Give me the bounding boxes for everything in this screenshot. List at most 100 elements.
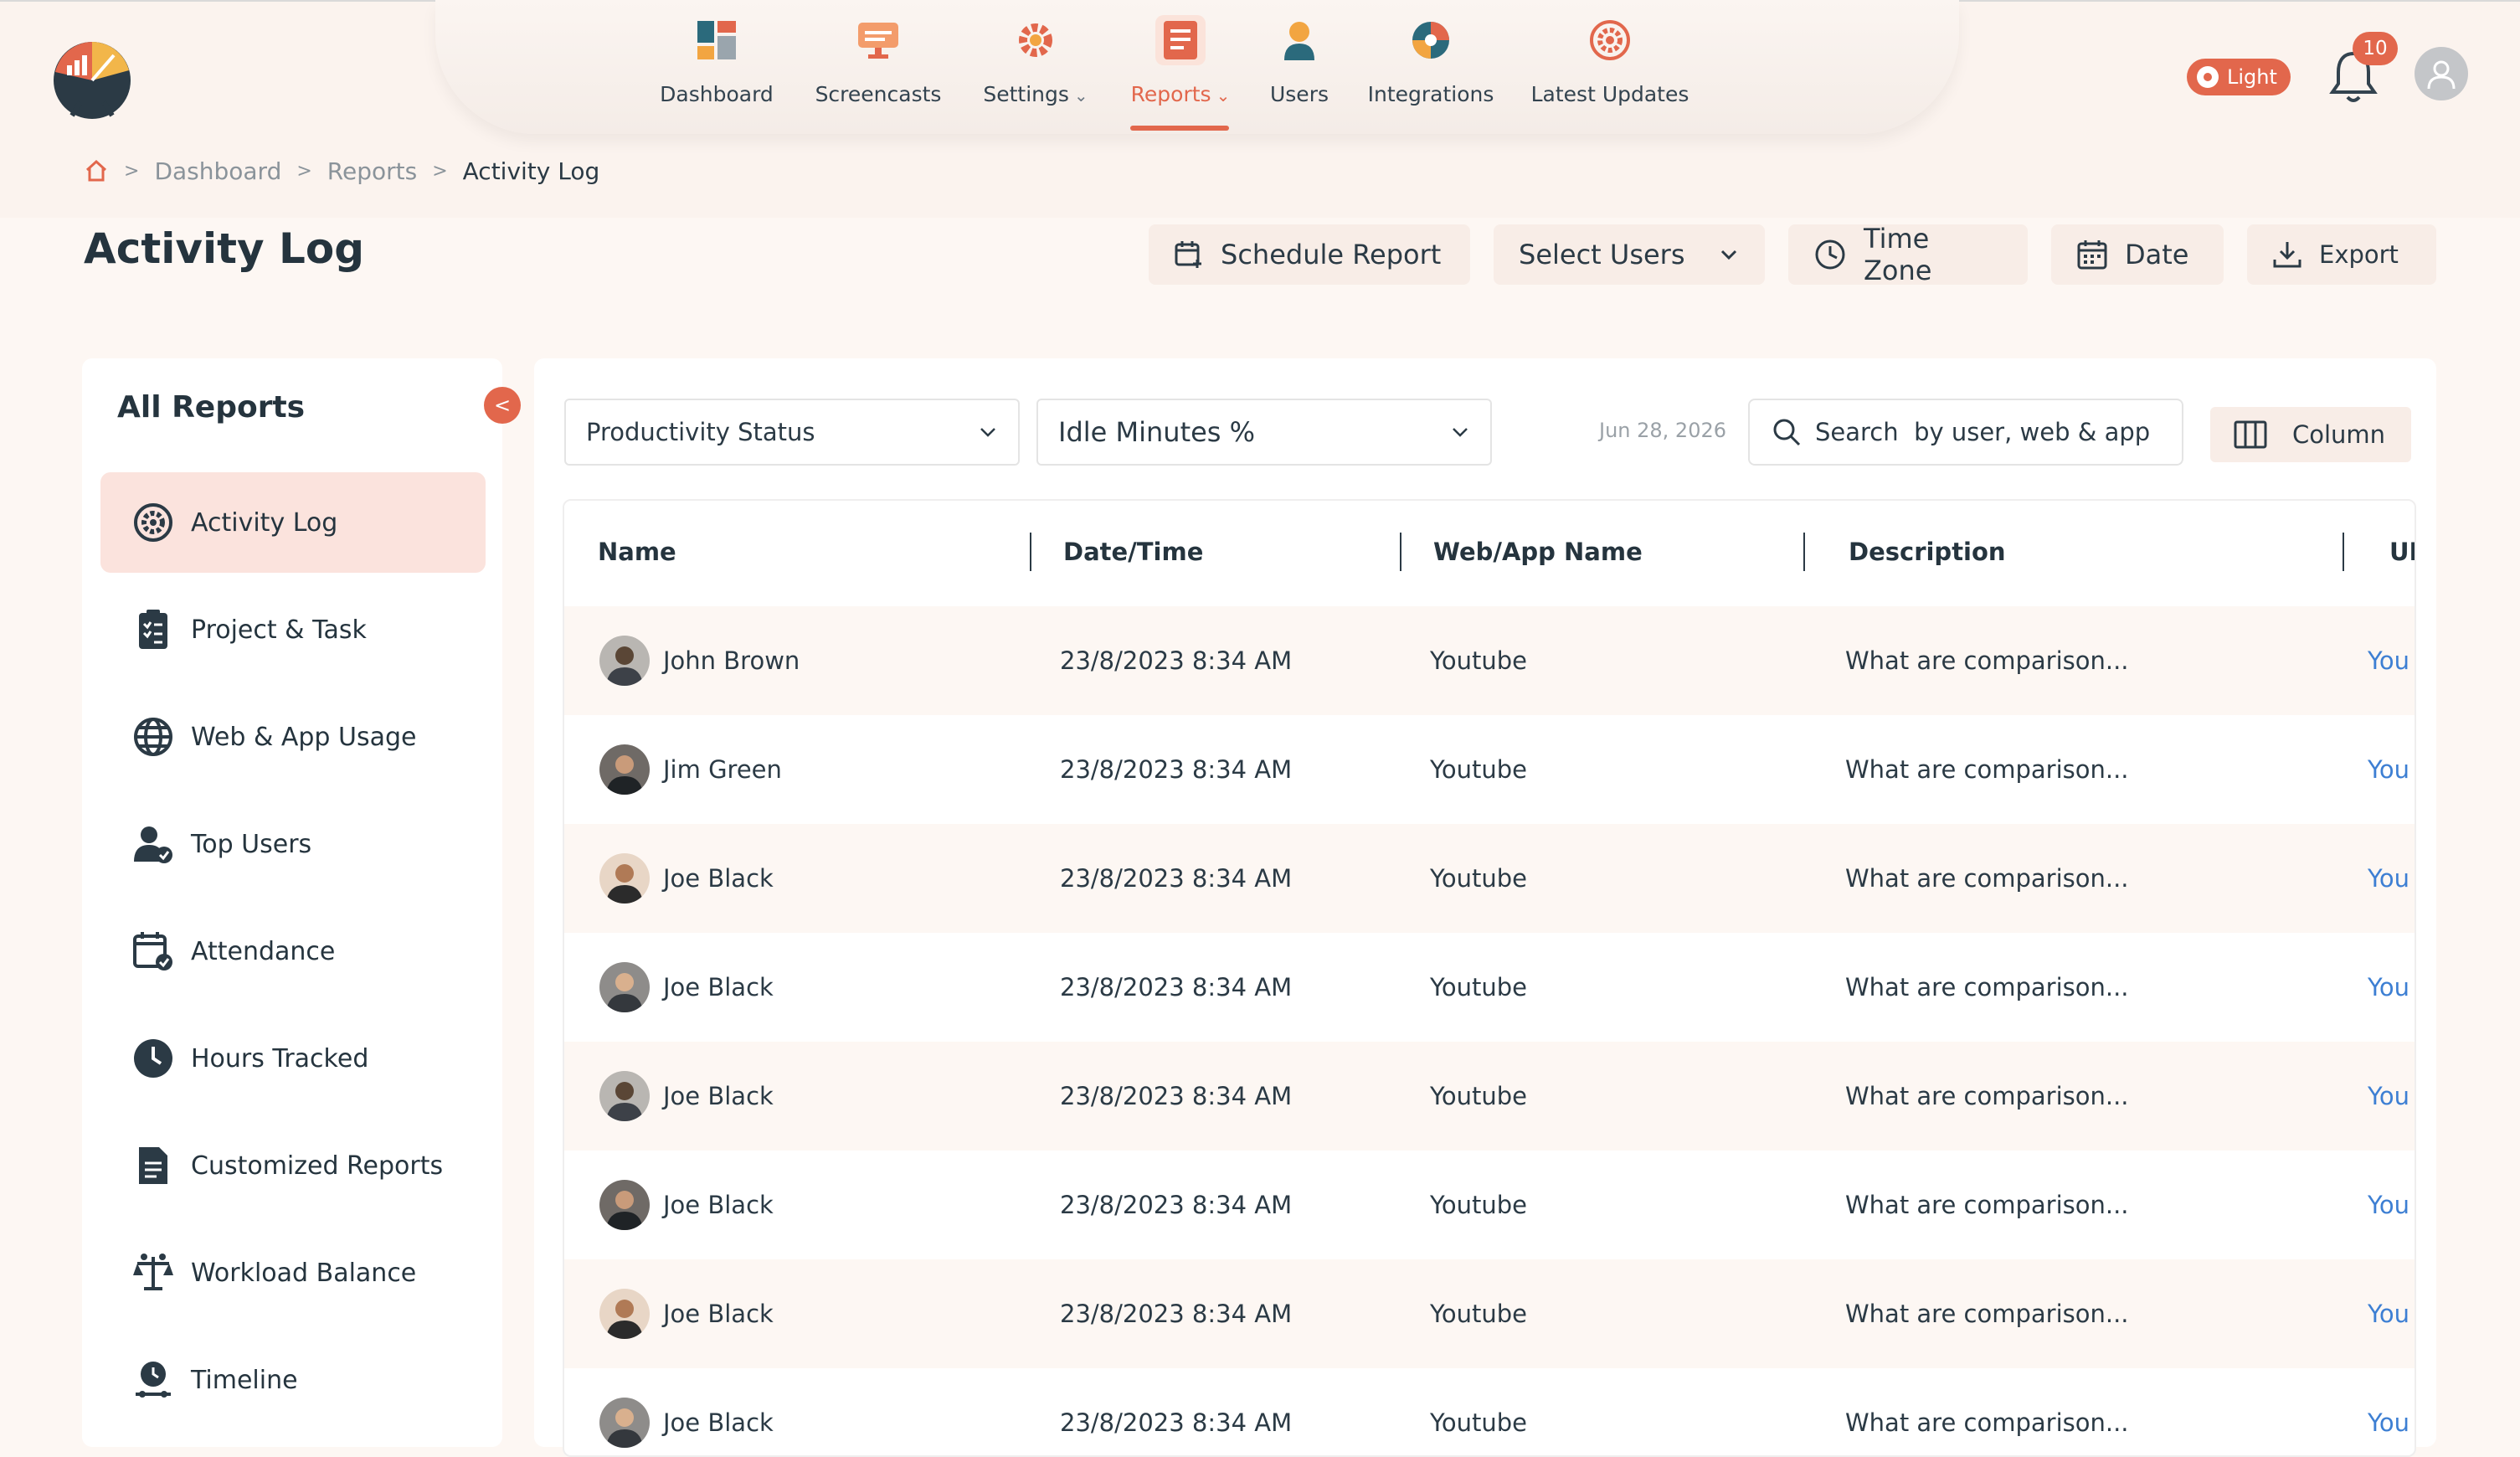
cell-name: Joe Black (663, 1300, 774, 1328)
sidebar-item-label: Web & App Usage (191, 722, 417, 752)
nav-label: Dashboard (660, 82, 774, 106)
table-row[interactable]: Joe Black 23/8/2023 8:34 AM Youtube What… (564, 1368, 2415, 1455)
activity-log-icon (131, 500, 176, 545)
cell-url-link[interactable]: You (2368, 646, 2409, 675)
chevron-down-icon (1718, 244, 1740, 265)
cell-url-link[interactable]: You (2368, 1082, 2409, 1110)
nav-integrations[interactable]: Integrations (1361, 15, 1500, 132)
productivity-status-select[interactable]: Productivity Status (564, 399, 1020, 466)
search-input[interactable]: Search by user, web & app (1748, 399, 2183, 466)
column-divider[interactable] (1400, 533, 1401, 571)
column-header-url[interactable]: URL (2389, 538, 2415, 566)
table-row[interactable]: Joe Black 23/8/2023 8:34 AM Youtube What… (564, 933, 2415, 1042)
cell-app: Youtube (1430, 1408, 1527, 1437)
user-avatar (599, 853, 650, 904)
cell-description: What are comparison... (1845, 1191, 2129, 1219)
export-button[interactable]: Export (2247, 224, 2436, 285)
cell-name: Joe Black (663, 973, 774, 1001)
sidebar-item-customized-reports[interactable]: Customized Reports (100, 1115, 486, 1216)
active-tab-indicator (1130, 126, 1229, 131)
cell-description: What are comparison... (1845, 755, 2129, 784)
sidebar-item-project-task[interactable]: Project & Task (100, 579, 486, 680)
cell-datetime: 23/8/2023 8:34 AM (1060, 1300, 1293, 1328)
sidebar-item-activity-log[interactable]: Activity Log (100, 472, 486, 573)
chevron-down-icon: ⌄ (1216, 85, 1231, 106)
sidebar-item-web-app-usage[interactable]: Web & App Usage (100, 687, 486, 787)
breadcrumb-current: Activity Log (462, 157, 600, 185)
column-header-app[interactable]: Web/App Name (1433, 538, 1643, 566)
collapse-sidebar-button[interactable]: < (484, 387, 521, 424)
date-button[interactable]: Date (2051, 224, 2224, 285)
theme-toggle[interactable]: Light (2187, 59, 2291, 95)
breadcrumb-separator: > (124, 160, 140, 182)
user-avatar[interactable] (2415, 47, 2468, 100)
column-header-description[interactable]: Description (1849, 538, 2006, 566)
chevron-left-icon: < (493, 394, 512, 417)
sidebar-item-top-users[interactable]: Top Users (100, 794, 486, 894)
idle-minutes-select[interactable]: Idle Minutes % (1036, 399, 1492, 466)
user-avatar (599, 636, 650, 686)
top-users-icon (131, 821, 176, 867)
cell-datetime: 23/8/2023 8:34 AM (1060, 646, 1293, 675)
column-divider[interactable] (2343, 533, 2344, 571)
cell-url-link[interactable]: You (2368, 1191, 2409, 1219)
column-divider[interactable] (1030, 533, 1031, 571)
user-avatar (599, 1289, 650, 1339)
breadcrumb-reports[interactable]: Reports (327, 157, 417, 185)
table-row[interactable]: Joe Black 23/8/2023 8:34 AM Youtube What… (564, 1259, 2415, 1368)
table-row[interactable]: Jim Green 23/8/2023 8:34 AM Youtube What… (564, 715, 2415, 824)
sidebar-item-workload-balance[interactable]: Workload Balance (100, 1223, 486, 1323)
sidebar-item-label: Customized Reports (191, 1151, 444, 1181)
nav-latest-updates[interactable]: Latest Updates (1529, 15, 1691, 132)
home-icon[interactable] (84, 158, 109, 183)
cell-datetime: 23/8/2023 8:34 AM (1060, 755, 1293, 784)
breadcrumb: > Dashboard > Reports > Activity Log (84, 154, 599, 188)
select-users-dropdown[interactable]: Select Users (1494, 224, 1765, 285)
productivity-status-label: Productivity Status (586, 418, 815, 446)
cell-app: Youtube (1430, 1082, 1527, 1110)
time-zone-button[interactable]: Time Zone (1788, 223, 2028, 286)
schedule-report-button[interactable]: Schedule Report (1149, 224, 1470, 285)
cell-name: Joe Black (663, 1408, 774, 1437)
clipboard-icon (131, 607, 176, 652)
column-header-name[interactable]: Name (598, 538, 676, 566)
nav-settings[interactable]: Settings ⌄ (978, 15, 1093, 132)
cell-name: Joe Black (663, 1082, 774, 1110)
sidebar-title: All Reports (117, 390, 306, 425)
sidebar-item-label: Attendance (191, 936, 336, 966)
cell-url-link[interactable]: You (2368, 755, 2409, 784)
cell-url-link[interactable]: You (2368, 864, 2409, 893)
column-header-datetime[interactable]: Date/Time (1063, 538, 1203, 566)
sun-icon (2197, 66, 2219, 88)
column-divider[interactable] (1803, 533, 1805, 571)
cell-url-link[interactable]: You (2368, 1408, 2409, 1437)
table-row[interactable]: Joe Black 23/8/2023 8:34 AM Youtube What… (564, 1151, 2415, 1259)
cell-url-link[interactable]: You (2368, 1300, 2409, 1328)
nav-label: Reports ⌄ (1130, 82, 1231, 106)
app-logo[interactable] (47, 22, 146, 126)
timeline-icon (131, 1357, 176, 1403)
user-avatar (599, 744, 650, 795)
sidebar-item-hours-tracked[interactable]: Hours Tracked (100, 1008, 486, 1109)
sidebar-item-label: Project & Task (191, 615, 367, 645)
table-row[interactable]: Joe Black 23/8/2023 8:34 AM Youtube What… (564, 1042, 2415, 1151)
globe-icon (131, 714, 176, 759)
table-row[interactable]: John Brown 23/8/2023 8:34 AM Youtube Wha… (564, 606, 2415, 715)
cell-app: Youtube (1430, 646, 1527, 675)
chevron-down-icon: ⌄ (1073, 85, 1088, 106)
sidebar-item-attendance[interactable]: Attendance (100, 901, 486, 1001)
cell-url-link[interactable]: You (2368, 973, 2409, 1001)
page-title: Activity Log (84, 224, 365, 273)
breadcrumb-dashboard[interactable]: Dashboard (154, 157, 281, 185)
clock-globe-icon (1813, 238, 1847, 271)
nav-screencasts[interactable]: Screencasts (807, 15, 949, 132)
document-icon (131, 1143, 176, 1188)
column-button[interactable]: Column (2210, 407, 2411, 462)
sidebar-item-timeline[interactable]: Timeline (100, 1330, 486, 1430)
cell-app: Youtube (1430, 973, 1527, 1001)
nav-dashboard[interactable]: Dashboard (650, 15, 784, 132)
sidebar-item-label: Hours Tracked (191, 1043, 369, 1073)
nav-reports[interactable]: Reports ⌄ (1122, 15, 1239, 132)
table-row[interactable]: Joe Black 23/8/2023 8:34 AM Youtube What… (564, 824, 2415, 933)
nav-users[interactable]: Users (1257, 15, 1341, 132)
